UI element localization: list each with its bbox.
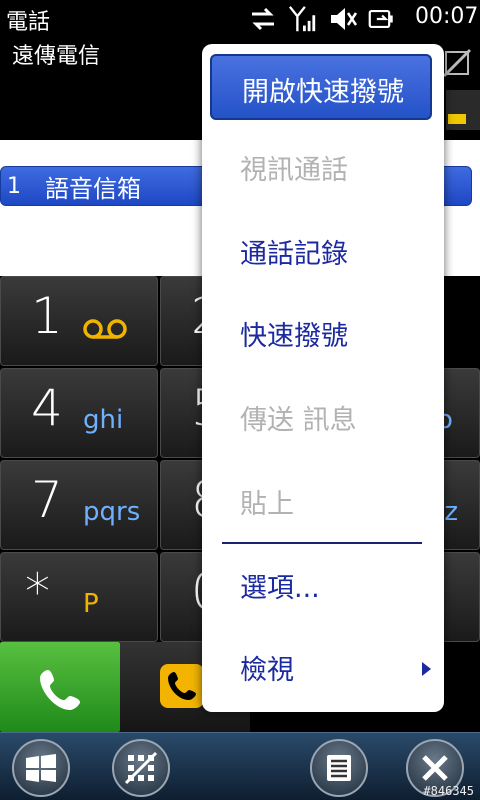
- voicemail-icon: [83, 317, 127, 347]
- key-digit: 1: [31, 287, 63, 345]
- phone-icon: [40, 670, 80, 710]
- close-icon: [422, 755, 448, 781]
- contact-speed-dial-index: 1: [7, 173, 21, 199]
- key-letters: ghi: [83, 405, 124, 435]
- key-letters: pqrs: [83, 497, 141, 527]
- menu-separator: [222, 542, 422, 544]
- menu-item-open-speed-dial[interactable]: 開啟快速撥號: [210, 54, 432, 120]
- menu-item-options[interactable]: 選項...: [240, 566, 320, 605]
- carrier-name: 遠傳電信: [12, 44, 101, 69]
- menu-item-speed-dial[interactable]: 快速撥號: [240, 314, 348, 353]
- contact-name: 語音信箱: [45, 174, 141, 203]
- speaker-muted-icon: [328, 4, 358, 34]
- keypad-toggle-button[interactable]: [112, 739, 170, 797]
- submenu-arrow-icon: [422, 662, 431, 676]
- key-digit: 7: [31, 471, 63, 529]
- key-digit: *: [25, 563, 50, 621]
- key-digit: 4: [31, 379, 63, 437]
- menu-item-call-history[interactable]: 通話記錄: [240, 232, 348, 271]
- context-menu: 開啟快速撥號 視訊通話 通話記錄 快速撥號 傳送 訊息 貼上 選項... 檢視: [202, 44, 444, 712]
- menu-item-send-message[interactable]: 傳送 訊息: [240, 398, 357, 437]
- status-icons: [248, 2, 398, 36]
- key-7[interactable]: 7 pqrs: [0, 460, 158, 550]
- key-1[interactable]: 1: [0, 276, 158, 366]
- signal-strength-icon: [288, 4, 318, 34]
- call-button[interactable]: [0, 642, 120, 732]
- key-letters: P: [83, 589, 99, 619]
- menu-item-label: 開啟快速撥號: [242, 77, 404, 108]
- app-title: 電話: [6, 10, 51, 35]
- data-transfer-icon: [248, 4, 278, 34]
- menu-item-paste[interactable]: 貼上: [240, 482, 294, 521]
- battery-charging-icon: [368, 4, 398, 34]
- softkey-bar: #846345: [0, 732, 480, 800]
- keypad-off-icon: [124, 751, 158, 785]
- watermark: #846345: [423, 784, 474, 798]
- keypad-lock-icon[interactable]: [440, 46, 474, 80]
- windows-logo-icon: [26, 754, 56, 782]
- menu-item-video-call[interactable]: 視訊通話: [240, 148, 348, 187]
- menu-button[interactable]: [310, 739, 368, 797]
- right-edge-tab: [446, 90, 480, 130]
- contacts-phone-icon: [160, 664, 204, 708]
- clock: 00:07: [415, 4, 479, 29]
- menu-item-view[interactable]: 檢視: [240, 648, 294, 687]
- start-button[interactable]: [12, 739, 70, 797]
- menu-list-icon: [327, 755, 351, 781]
- key-4[interactable]: 4 ghi: [0, 368, 158, 458]
- key-star[interactable]: * P: [0, 552, 158, 642]
